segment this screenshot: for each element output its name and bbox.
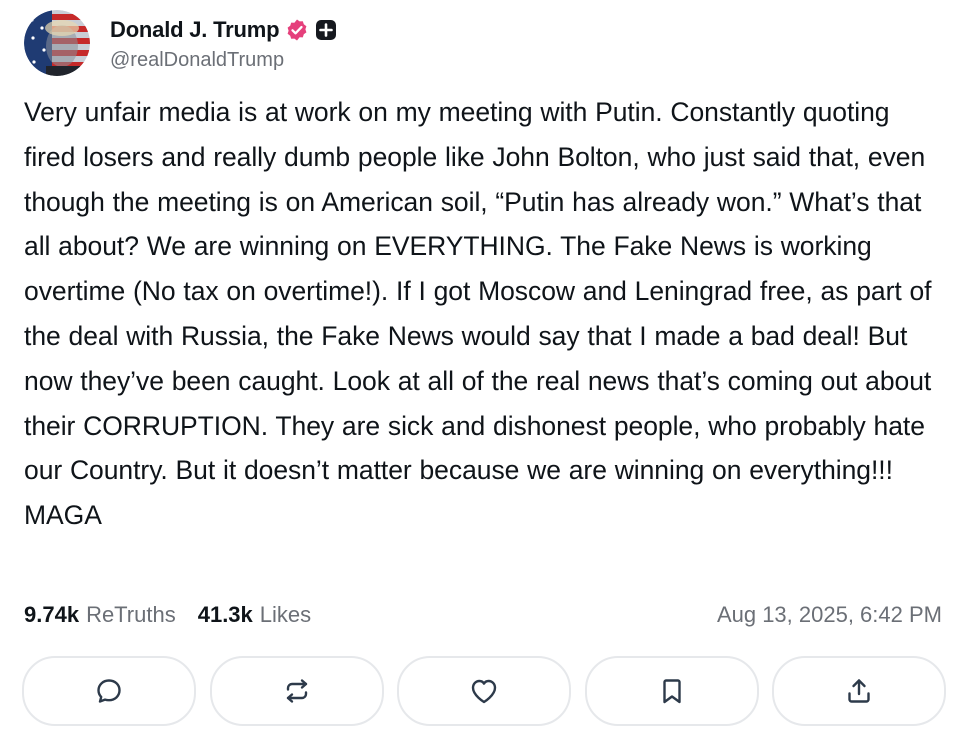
retruths-stat[interactable]: 9.74k ReTruths: [24, 602, 176, 628]
post-body-text: Very unfair media is at work on my meeti…: [24, 97, 932, 531]
likes-stat[interactable]: 41.3k Likes: [198, 602, 311, 628]
likes-label: Likes: [259, 602, 312, 627]
reply-button[interactable]: [22, 656, 196, 726]
author-display-name[interactable]: Donald J. Trump: [110, 17, 280, 43]
author-identity: Donald J. Trump @realDonaldTrump: [110, 15, 337, 72]
reply-icon: [94, 676, 124, 706]
retruths-label: ReTruths: [86, 602, 176, 627]
like-button[interactable]: [397, 656, 571, 726]
retruths-count: 9.74k: [24, 602, 80, 627]
action-bar: [22, 656, 946, 726]
post-stats: 9.74k ReTruths 41.3k Likes Aug 13, 2025,…: [24, 598, 942, 632]
bookmark-button[interactable]: [584, 656, 759, 726]
post-header: Donald J. Trump @realDonaldTrump: [24, 8, 337, 78]
plus-square-icon: [315, 19, 337, 41]
retruth-icon: [282, 676, 312, 706]
verified-badge-icon: [285, 18, 309, 42]
likes-count: 41.3k: [197, 602, 253, 627]
post-card: Donald J. Trump @realDonaldTrump Very un…: [0, 0, 960, 738]
author-handle[interactable]: @realDonaldTrump: [110, 49, 337, 72]
name-row: Donald J. Trump: [110, 15, 337, 45]
post-timestamp[interactable]: Aug 13, 2025, 6:42 PM: [717, 602, 942, 628]
avatar[interactable]: [24, 10, 90, 76]
like-heart-icon: [468, 676, 500, 706]
share-button[interactable]: [772, 656, 946, 726]
retruth-button[interactable]: [209, 656, 384, 726]
share-icon: [844, 676, 874, 706]
bookmark-icon: [657, 676, 687, 706]
